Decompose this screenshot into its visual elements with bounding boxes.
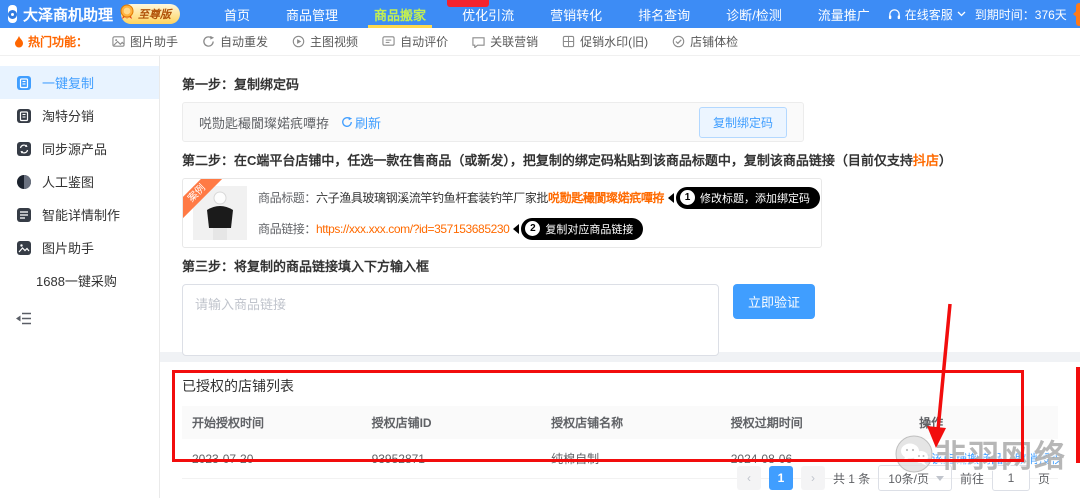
total-count: 共 1 条 [833,470,870,487]
expire-info: 到期时间：376天 [975,6,1067,23]
product-title-binding-code: 哾勚匙穝閬璨婼疧嘾拵 [548,189,664,206]
sidebar-item-one-key-copy[interactable]: 一键复制 [0,66,159,99]
step1-title: 第一步：复制绑定码 [182,74,1058,93]
cell-shop-name: 纯棉自制 [541,439,721,479]
nav-item-diagnosis[interactable]: 诊断/检测 [708,0,800,28]
cell-shop-id: 93952871 [362,439,542,479]
refresh-binding-code-link[interactable]: 刷新 [341,113,381,132]
sidebar-collapse-button[interactable] [0,303,159,333]
refresh-icon [341,116,353,128]
sidebar-item-smart-detail-maker[interactable]: 智能详情制作 [0,198,159,231]
comment-icon [382,35,395,48]
app-window: 大泽商机助理 至尊版 首页 商品管理 商品搬家 优化引流 营销转化 排名查询 诊… [0,0,1080,498]
medal-icon [119,4,135,20]
quick-item-image-helper[interactable]: 图片助手 [112,33,178,50]
headset-icon [888,8,901,21]
goto-page-input[interactable] [992,465,1030,491]
next-page-button[interactable]: › [801,466,825,490]
product-link-line: 商品链接：https://xxx.xxx.com/?id=35715368523… [258,218,811,240]
authorized-list-title: 已授权的店铺列表 [182,376,1058,396]
goto-unit: 页 [1038,470,1050,487]
sidebar: 一键复制 淘特分销 同步源产品 人工鉴图 智能详情制作 图片助手 [0,56,160,498]
binding-code: 哾勚匙穝閬璨婼疧嘾拵 [199,113,329,132]
collapse-sidebar-icon [16,312,32,325]
chat-icon [472,35,485,48]
product-title-line: 商品标题：六子渔具玻璃钢溪流竿钓鱼杆套装钓竿厂家批哾勚匙穝閬璨婼疧嘾拵 1修改标… [258,187,811,209]
sidebar-item-taote-distribution[interactable]: 淘特分销 [0,99,159,132]
quick-item-auto-repost[interactable]: 自动重发 [202,33,268,50]
authorized-shops-card: 已授权的店铺列表 开始授权时间 授权店铺ID 授权店铺名称 授权过期时间 操作 [160,362,1080,498]
edge-marker-icon [1073,8,1080,20]
tip-copy-link: 2复制对应商品链接 [521,218,643,240]
distribution-icon [16,108,32,124]
promo-badge [447,0,489,7]
go-move-products-link[interactable]: 去该店铺搬商品 [919,452,1003,466]
nav-item-marketing-conversion[interactable]: 营销转化 [532,0,620,28]
quick-item-auto-review[interactable]: 自动评价 [382,33,448,50]
steps-card: 第一步：复制绑定码 哾勚匙穝閬璨婼疧嘾拵 刷新 复制绑定码 第二步：在C端平台店… [160,56,1080,352]
online-service[interactable]: 在线客服 [888,6,966,23]
main-nav: 首页 商品管理 商品搬家 优化引流 营销转化 排名查询 诊断/检测 流量推广 [206,0,888,28]
table-header-row: 开始授权时间 授权店铺ID 授权店铺名称 授权过期时间 操作 [182,406,1058,439]
copy-icon [16,75,32,91]
nav-item-product-mover[interactable]: 商品搬家 [356,0,444,28]
sidebar-item-image-helper[interactable]: 图片助手 [0,231,159,264]
image-helper-icon [16,240,32,256]
app-title: 大泽商机助理 [23,4,113,25]
nav-item-rank-query[interactable]: 排名查询 [620,0,708,28]
hot-functions-label: 热门功能： [14,33,88,50]
nav-item-home[interactable]: 首页 [206,0,268,28]
col-start-date: 开始授权时间 [182,406,362,439]
step3-title: 第三步：将复制的商品链接填入下方输入框 [182,256,1058,275]
cancel-authorization-link[interactable]: 取消授权 [1014,452,1062,466]
chevron-down-icon [957,11,966,17]
detail-maker-icon [16,207,32,223]
page-1-button[interactable]: 1 [769,466,793,490]
nav-item-traffic-promotion[interactable]: 流量推广 [800,0,888,28]
page-size-select[interactable]: 10条/页 [878,465,952,491]
sidebar-item-sync-source-products[interactable]: 同步源产品 [0,132,159,165]
douyin-shop-highlight: 抖店 [913,153,939,168]
product-link-text: https://xxx.xxx.com/?id=357153685230 [316,222,509,236]
watermark-grid-icon [562,35,575,48]
flame-icon [14,36,24,48]
image-review-icon [16,174,32,190]
main-content: 第一步：复制绑定码 哾勚匙穝閬璨婼疧嘾拵 刷新 复制绑定码 第二步：在C端平台店… [160,56,1080,498]
quick-function-bar: 热门功能： 图片助手 自动重发 主图视频 自动评价 关联营销 促销水印(旧) [0,28,1080,56]
prev-page-button[interactable]: ‹ [737,466,761,490]
sidebar-item-1688-purchase[interactable]: 1688一键采购 [0,264,159,297]
vip-badge: 至尊版 [121,4,180,24]
pagination: ‹ 1 › 共 1 条 10条/页 前往 页 [737,465,1050,491]
sidebar-item-manual-image-review[interactable]: 人工鉴图 [0,165,159,198]
sync-icon [16,141,32,157]
cell-start-date: 2023-07-20 [182,439,362,479]
quick-item-shop-checkup[interactable]: 店铺体检 [672,33,738,50]
check-circle-icon [672,35,685,48]
goto-label: 前往 [960,470,984,487]
topbar: 大泽商机助理 至尊版 首页 商品管理 商品搬家 优化引流 营销转化 排名查询 诊… [0,0,1080,28]
verify-now-button[interactable]: 立即验证 [733,284,815,319]
quick-item-related-marketing[interactable]: 关联营销 [472,33,538,50]
quick-item-promo-watermark[interactable]: 促销水印(旧) [562,33,648,50]
col-expire-date: 授权过期时间 [721,406,909,439]
app-logo-icon [8,5,17,23]
quick-item-main-video[interactable]: 主图视频 [292,33,358,50]
col-actions: 操作 [909,406,1058,439]
col-shop-name: 授权店铺名称 [541,406,721,439]
col-shop-id: 授权店铺ID [362,406,542,439]
copy-binding-code-button[interactable]: 复制绑定码 [699,107,787,138]
binding-code-box: 哾勚匙穝閬璨婼疧嘾拵 刷新 复制绑定码 [182,102,804,142]
image-icon [112,35,125,48]
nav-item-product-management[interactable]: 商品管理 [268,0,356,28]
refresh-icon [202,35,215,48]
tip-edit-title: 1修改标题，添加绑定码 [676,187,820,209]
product-link-input[interactable] [182,284,719,356]
step2-title: 第二步：在C端平台店铺中，任选一款在售商品（或新发），把复制的绑定码粘贴到该商品… [182,150,1058,169]
play-icon [292,35,305,48]
example-product-box: 案例 商品标题：六子渔具玻璃钢溪流竿钓鱼杆套装钓竿厂家批哾勚匙穝閬璨婼疧嘾拵 1… [182,178,822,248]
product-title-text: 六子渔具玻璃钢溪流竿钓鱼杆套装钓竿厂家批 [316,189,548,206]
topbar-right: 在线客服 到期时间：376天 续费 alitestforisv02 [888,3,1080,26]
product-image [193,186,247,240]
chevron-down-icon [936,476,944,481]
